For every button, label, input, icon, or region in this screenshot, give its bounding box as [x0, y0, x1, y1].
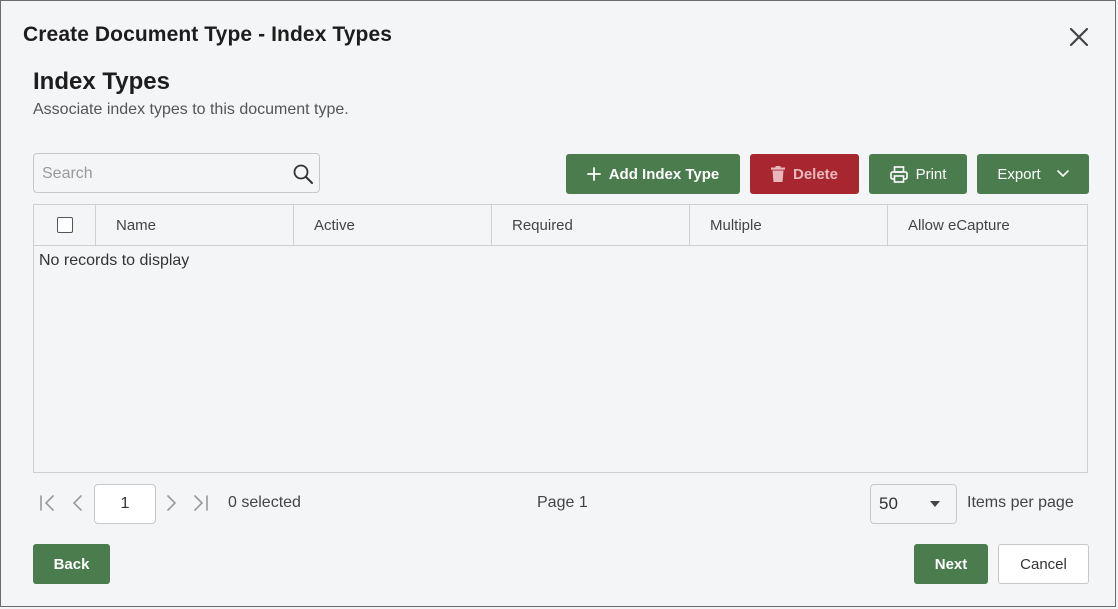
print-label: Print — [915, 165, 947, 183]
print-button[interactable]: Print — [869, 154, 967, 194]
page-number-input[interactable]: 1 — [94, 484, 156, 524]
next-page-icon[interactable] — [161, 493, 181, 513]
search-icon[interactable] — [292, 163, 314, 185]
previous-page-icon[interactable] — [68, 493, 88, 513]
search-input[interactable] — [40, 154, 284, 194]
empty-message: No records to display — [39, 252, 190, 269]
select-all-checkbox[interactable] — [56, 217, 73, 233]
export-button[interactable]: Export — [977, 154, 1089, 194]
first-page-icon[interactable] — [38, 493, 58, 513]
plus-icon — [586, 167, 601, 181]
column-header-name[interactable]: Name — [96, 205, 294, 245]
section-title: Index Types — [33, 68, 170, 95]
selected-count: 0 selected — [228, 494, 301, 511]
index-types-grid: Name Active Required Multiple Allow eCap… — [33, 204, 1088, 473]
last-page-icon[interactable] — [190, 493, 210, 513]
section-description: Associate index types to this document t… — [33, 101, 349, 118]
printer-icon — [889, 165, 908, 183]
column-header-required[interactable]: Required — [492, 205, 690, 245]
column-header-active[interactable]: Active — [294, 205, 492, 245]
close-icon — [1069, 27, 1089, 47]
add-index-type-button[interactable]: Add Index Type — [566, 154, 740, 194]
export-label: Export — [997, 165, 1041, 183]
close-button[interactable] — [1065, 23, 1093, 51]
dialog-title: Create Document Type - Index Types — [23, 23, 393, 46]
column-header-allow-ecapture[interactable]: Allow eCapture — [888, 205, 1087, 245]
items-per-page-select[interactable]: 50 — [870, 484, 957, 524]
column-header-multiple[interactable]: Multiple — [690, 205, 888, 245]
delete-label: Delete — [792, 165, 839, 183]
back-button[interactable]: Back — [33, 544, 110, 584]
delete-button[interactable]: Delete — [750, 154, 859, 194]
search-box[interactable] — [33, 153, 320, 194]
page-indicator: Page 1 — [537, 494, 588, 511]
chevron-down-icon — [1056, 170, 1069, 178]
items-per-page-value: 50 — [879, 494, 898, 513]
select-all-cell — [34, 205, 96, 245]
grid-header: Name Active Required Multiple Allow eCap… — [34, 205, 1087, 246]
trash-icon — [770, 166, 785, 182]
add-index-type-label: Add Index Type — [608, 165, 720, 183]
next-button[interactable]: Next — [914, 544, 988, 584]
items-per-page-label: Items per page — [967, 494, 1074, 511]
cancel-button[interactable]: Cancel — [998, 544, 1089, 584]
create-document-type-dialog: Create Document Type - Index Types Index… — [0, 0, 1116, 607]
caret-down-icon — [930, 501, 940, 507]
